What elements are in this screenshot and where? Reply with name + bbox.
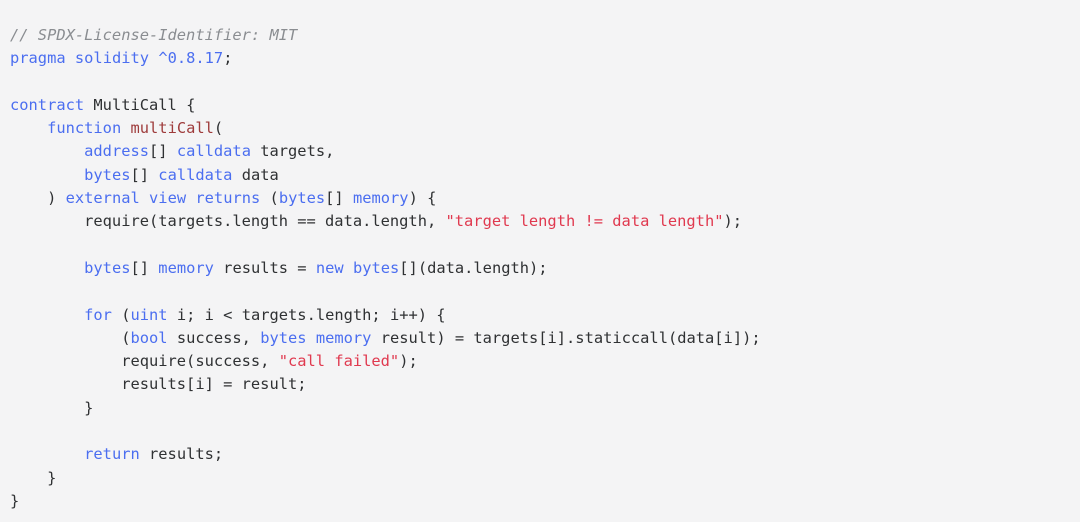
code-line: pragma solidity ^0.8.17; [10,47,1080,70]
code-token-keyword: calldata [176,142,251,161]
code-line: } [10,397,1080,420]
code-token-punct: ( [260,189,279,208]
code-token-plain: result) = targets[i].staticcall(data[i])… [371,328,761,347]
code-token-plain: [](data.length); [399,258,548,277]
code-line: ) external view returns (bytes[] memory)… [10,187,1080,210]
code-token-keyword: return [84,445,140,464]
code-token-keyword: new [315,258,344,277]
code-token-keyword: memory [352,189,409,208]
code-line: } [10,467,1080,490]
code-token-plain: results; [139,445,224,464]
code-token-plain: require(targets.length == data.length, [10,212,446,231]
code-token-punct: ( [213,119,224,138]
code-token-keyword: contract [10,95,85,114]
code-line: return results; [10,443,1080,466]
code-token-keyword: function [47,119,122,138]
code-line: require(success, "call failed"); [10,350,1080,373]
code-token-plain: i; i < targets.length; i++) { [167,305,446,324]
code-token-keyword: external [65,189,140,208]
code-line: address[] calldata targets, [10,140,1080,163]
code-line: function multiCall( [10,117,1080,140]
code-token-keyword: view [149,189,187,208]
code-token-punct: ( [10,328,131,347]
code-line: for (uint i; i < targets.length; i++) { [10,304,1080,327]
code-token-keyword: returns [195,189,261,208]
code-token-number: ^0.8.17 [158,49,224,68]
code-token-plain: data [232,165,279,184]
code-token-type: bytes [278,189,326,208]
code-token-plain: results[i] = result; [10,375,307,394]
code-token-type: address [84,142,150,161]
code-token-keyword: calldata [158,165,233,184]
code-line: // SPDX-License-Identifier: MIT [10,24,1080,47]
code-token-plain: } [10,491,20,510]
code-line: (bool success, bytes memory result) = ta… [10,327,1080,350]
code-token-func: multiCall [130,119,214,138]
code-token-plain: MultiCall { [84,95,196,114]
code-token-keyword: solidity [74,49,150,68]
code-line: contract MultiCall { [10,94,1080,117]
code-token-plain: } [10,468,57,487]
code-token-plain: require(success, [10,352,279,371]
code-token-punct: ) [10,189,66,208]
code-line: require(targets.length == data.length, "… [10,210,1080,233]
code-token-keyword: memory [158,258,214,277]
code-token-string: "call failed" [278,352,400,371]
code-token-punct: [] [130,165,159,184]
code-token-type: bytes [260,328,307,347]
code-token-plain: } [10,398,94,417]
code-token-keyword: memory [315,328,372,347]
code-token-punct: [] [130,258,159,277]
code-token-string: "target length != data length" [445,212,724,231]
code-token-type: bytes [352,258,400,277]
code-line: results[i] = result; [10,373,1080,396]
code-token-punct: [] [149,142,177,161]
code-token-punct: ( [111,305,131,324]
code-line: bytes[] memory results = new bytes[](dat… [10,257,1080,280]
code-token-punct: ; [223,49,233,68]
code-token-comment: // SPDX-License-Identifier: MIT [10,26,298,44]
code-block[interactable]: // SPDX-License-Identifier: MIT pragma so… [0,0,1080,522]
code-token-type: bytes [84,258,131,277]
code-token-plain: success, [167,328,261,347]
code-token-plain: ); [399,352,418,371]
code-token-plain: ); [723,212,743,231]
code-token-plain: targets, [250,142,335,161]
code-token-type: bytes [84,165,131,184]
code-token-type: bool [130,328,168,347]
code-line: bytes[] calldata data [10,164,1080,187]
code-token-type: uint [130,305,168,324]
code-token-punct: [] [325,189,353,208]
code-token-punct: ) { [408,189,437,208]
code-line: } [10,490,1080,513]
code-token-keyword: for [84,305,112,324]
code-token-keyword: pragma [10,49,66,68]
code-token-plain: results = [213,258,316,277]
